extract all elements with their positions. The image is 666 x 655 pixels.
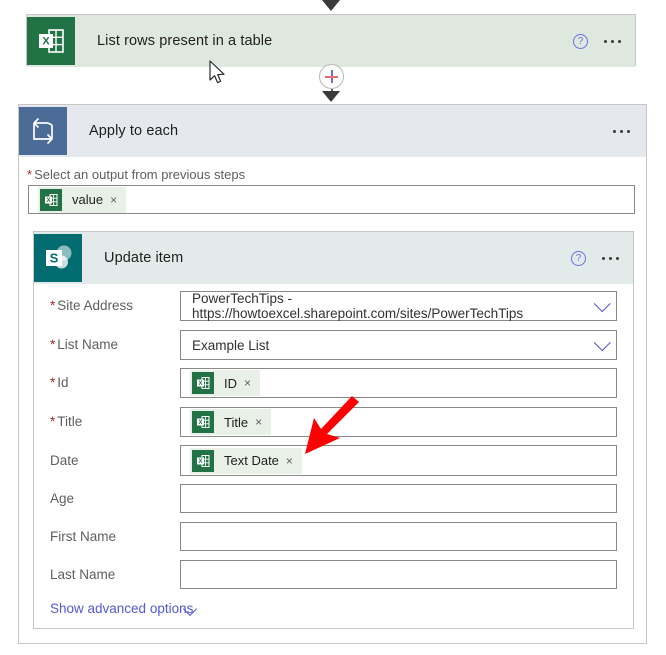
- scope-card-apply-to-each[interactable]: Apply to each * Select an output from pre…: [18, 104, 647, 644]
- field-label-age: Age: [50, 491, 75, 506]
- connector-arrow-top: [322, 0, 340, 11]
- required-asterisk: *: [50, 337, 56, 352]
- token-remove-icon[interactable]: ×: [244, 376, 260, 390]
- field-label-last-name: Last Name: [50, 567, 116, 582]
- more-commands-button[interactable]: [604, 39, 621, 43]
- token-label: value: [72, 192, 104, 207]
- field-input-id[interactable]: X ID ×: [180, 368, 617, 398]
- required-asterisk: *: [50, 298, 56, 313]
- connector-arrow-2: [322, 91, 340, 102]
- action-card-list-rows[interactable]: X List rows present in a table ?: [26, 14, 636, 67]
- excel-icon: X: [192, 372, 214, 394]
- token-remove-icon[interactable]: ×: [286, 454, 302, 468]
- required-asterisk: *: [50, 414, 56, 429]
- more-commands-button-update-item[interactable]: [602, 256, 619, 260]
- token-label: ID: [224, 375, 237, 391]
- card-header-list-rows[interactable]: X List rows present in a table ?: [27, 15, 635, 67]
- card-title-list-rows: List rows present in a table: [97, 33, 273, 49]
- excel-icon: X: [40, 188, 62, 211]
- svg-text:S: S: [50, 251, 59, 266]
- card-title-update-item: Update item: [104, 250, 184, 266]
- action-card-update-item[interactable]: S Update item ? * Site Address PowerTechT…: [33, 231, 634, 629]
- field-label-date: Date: [50, 453, 79, 468]
- output-section-label: * Select an output from previous steps: [27, 167, 246, 182]
- card-title-apply-to-each: Apply to each: [89, 123, 179, 139]
- field-label-site-address: * Site Address: [50, 298, 134, 313]
- svg-text:X: X: [42, 36, 50, 48]
- svg-text:X: X: [198, 381, 202, 387]
- field-input-list-name[interactable]: Example List: [180, 330, 617, 360]
- field-value-site-address: PowerTechTips - https://howtoexcel.share…: [192, 291, 524, 321]
- excel-icon: X: [27, 17, 75, 65]
- select-output-field[interactable]: X value ×: [28, 185, 635, 214]
- token-chip-text-date[interactable]: X Text Date ×: [190, 447, 302, 474]
- sharepoint-icon: S: [34, 234, 82, 282]
- field-input-age[interactable]: [180, 484, 617, 513]
- token-label: Title: [224, 414, 249, 430]
- show-advanced-options-link[interactable]: Show advanced options: [50, 601, 193, 616]
- more-commands-button-apply-to-each[interactable]: [613, 129, 630, 133]
- excel-icon: X: [192, 449, 214, 472]
- token-remove-icon[interactable]: ×: [110, 193, 126, 207]
- field-label-title: * Title: [50, 414, 83, 429]
- field-value-list-name: Example List: [192, 337, 270, 353]
- token-chip-id[interactable]: X ID ×: [190, 370, 261, 396]
- flow-designer-canvas: X List rows present in a table ? Apply t…: [0, 0, 666, 655]
- field-input-title[interactable]: X Title ×: [180, 407, 617, 437]
- required-asterisk: *: [27, 167, 33, 182]
- svg-text:X: X: [46, 198, 50, 204]
- field-label-first-name: First Name: [50, 529, 117, 544]
- field-input-first-name[interactable]: [180, 522, 617, 551]
- card-header-apply-to-each[interactable]: Apply to each: [19, 105, 646, 157]
- token-remove-icon[interactable]: ×: [255, 415, 271, 429]
- required-asterisk: *: [50, 375, 56, 390]
- card-header-update-item[interactable]: S Update item ?: [34, 232, 633, 284]
- excel-icon: X: [192, 411, 214, 433]
- insert-step-button[interactable]: [319, 64, 344, 89]
- svg-text:X: X: [198, 420, 202, 426]
- svg-text:X: X: [198, 459, 202, 465]
- help-icon[interactable]: ?: [571, 250, 586, 266]
- field-input-last-name[interactable]: [180, 560, 617, 589]
- field-label-id: * Id: [50, 375, 69, 390]
- token-chip-title[interactable]: X Title ×: [190, 409, 272, 435]
- field-label-list-name: * List Name: [50, 337, 119, 352]
- token-label: Text Date: [224, 453, 279, 468]
- field-input-date[interactable]: X Text Date ×: [180, 445, 617, 476]
- token-chip-value[interactable]: X value ×: [38, 186, 127, 213]
- field-input-site-address[interactable]: PowerTechTips - https://howtoexcel.share…: [180, 291, 617, 321]
- help-icon[interactable]: ?: [573, 33, 588, 49]
- chevron-down-icon[interactable]: [593, 334, 611, 352]
- loop-icon: [19, 107, 67, 155]
